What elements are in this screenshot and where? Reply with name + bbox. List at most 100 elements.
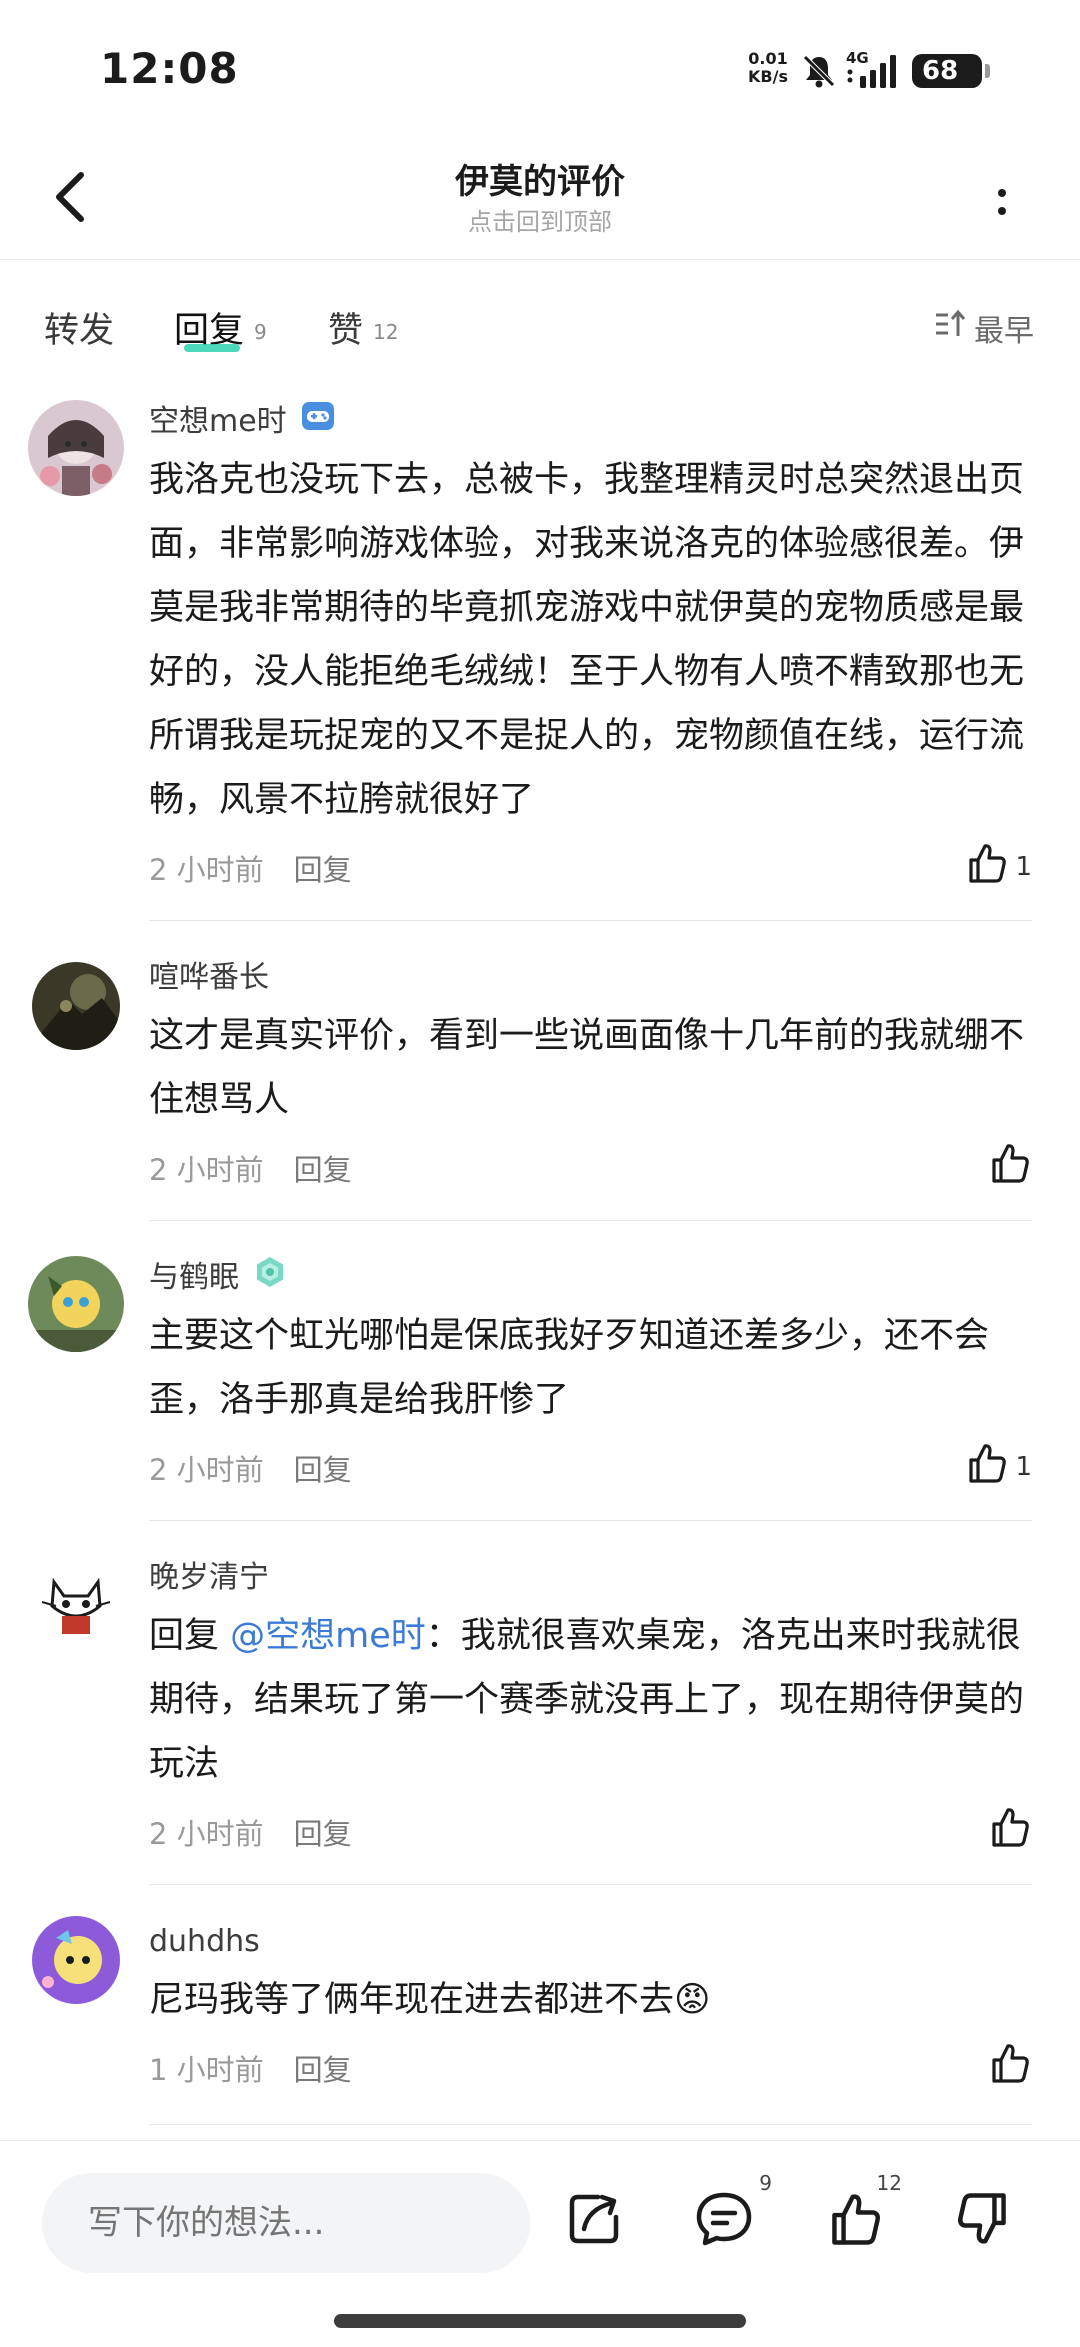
comments-button[interactable]: 9 (684, 2171, 772, 2261)
comment-meta: 2 小时前 回复 (149, 840, 1032, 900)
like-button[interactable]: 1 (963, 1440, 1032, 1493)
avatar[interactable] (28, 1556, 124, 1652)
comment-meta: 2 小时前 回复 (149, 1804, 1032, 1864)
comment-author[interactable]: 喧哗番长 (149, 956, 1032, 1000)
network-speed-unit: KB/s (748, 67, 788, 86)
comment-bubble-icon (693, 2189, 755, 2253)
thumbs-down-icon (954, 2189, 1014, 2253)
reply-button[interactable]: 回复 (294, 853, 352, 887)
divider (149, 1884, 1032, 1885)
reply-button[interactable]: 回复 (294, 2053, 352, 2087)
battery-indicator: 68 (912, 54, 990, 88)
tab-repost[interactable]: 转发 (44, 302, 114, 353)
network-type: 4G (846, 50, 869, 67)
page-header: 伊莫的评价 点击回到顶部 (0, 140, 1080, 260)
comment-body: 空想me时 我洛克也没玩下去，总被卡，我整理精灵时总突然退出页面，非常影响游戏体… (149, 400, 1032, 900)
comment-text: 主要这个虹光哪怕是保底我好歹知道还差多少，还不会歪，洛手那真是给我肝惨了 (149, 1316, 990, 1420)
like-count: 1 (1015, 851, 1032, 882)
avatar[interactable] (28, 1256, 124, 1352)
username: 空想me时 (149, 404, 287, 439)
verified-badge-icon (253, 1255, 287, 1302)
thumbs-up-icon (986, 2040, 1032, 2093)
comment-text: 这才是真实评价，看到一些说画面像十几年前的我就绷不住想骂人 (149, 1016, 1025, 1120)
share-icon (564, 2189, 624, 2253)
comment-text: 我洛克也没玩下去，总被卡，我整理精灵时总突然退出页面，非常影响游戏体验，对我来说… (149, 460, 1025, 820)
divider (149, 920, 1032, 921)
divider (149, 1520, 1032, 1521)
comment-count-badge: 9 (759, 2171, 772, 2195)
status-time: 12:08 (100, 44, 239, 93)
like-post-button[interactable]: 12 (814, 2171, 902, 2261)
mention-link[interactable]: @空想me时 (230, 1616, 426, 1656)
more-dot-icon (998, 207, 1006, 215)
divider (149, 1220, 1032, 1221)
thumbs-up-icon (986, 1804, 1032, 1857)
divider (149, 2124, 1032, 2125)
like-count-badge: 12 (876, 2171, 902, 2195)
network-speed: 0.01 KB/s (748, 50, 788, 86)
comment-body: 与鹤眠 主要这个虹光哪怕是保底我好歹知道还差多少，还不会歪，洛手那真是给我肝惨了… (149, 1256, 1032, 1500)
tab-likes[interactable]: 赞 12 (328, 302, 398, 353)
home-indicator[interactable] (334, 2314, 746, 2328)
dislike-button[interactable] (944, 2181, 1024, 2261)
comment-input[interactable] (42, 2173, 530, 2273)
network-speed-value: 0.01 (748, 49, 788, 68)
comment-text: 回复 @空想me时：我就很喜欢桌宠，洛克出来时我就很期待，结果玩了第一个赛季就没… (149, 1604, 1032, 1796)
tab-count: 9 (254, 320, 267, 344)
comment-author[interactable]: 空想me时 (149, 400, 1032, 444)
reply-button[interactable]: 回复 (294, 1453, 352, 1487)
thumbs-up-icon (963, 1440, 1009, 1493)
comment-body: 喧哗番长 这才是真实评价，看到一些说画面像十几年前的我就绷不住想骂人 2 小时前… (149, 956, 1032, 1200)
comment-text: 尼玛我等了俩年现在进去都进不去😡 (149, 1980, 711, 2020)
comment-body: duhdhs 尼玛我等了俩年现在进去都进不去😡 1 小时前 回复 (149, 1920, 1032, 2100)
sort-icon (934, 309, 966, 347)
page-title: 伊莫的评价 (455, 162, 625, 202)
username: 晚岁清宁 (149, 1560, 269, 1595)
comment-author[interactable]: duhdhs (149, 1920, 1032, 1964)
reply-button[interactable]: 回复 (294, 1817, 352, 1851)
like-button[interactable] (986, 1140, 1032, 1193)
screen: 12:08 0.01 KB/s 4G 68 伊莫的评价 点击回到顶部 转发 回复… (0, 0, 1080, 2347)
comment-author[interactable]: 晚岁清宁 (149, 1556, 1032, 1600)
comment-body: 晚岁清宁 回复 @空想me时：我就很喜欢桌宠，洛克出来时我就很期待，结果玩了第一… (149, 1556, 1032, 1864)
sort-button[interactable]: 最早 (934, 306, 1034, 350)
tab-count: 12 (373, 320, 399, 344)
comment-time: 2 小时前 (149, 853, 264, 887)
avatar[interactable] (32, 1916, 120, 2004)
username: duhdhs (149, 1924, 260, 1959)
sort-label: 最早 (974, 314, 1034, 349)
reply-button[interactable]: 回复 (294, 1153, 352, 1187)
thumbs-up-icon (963, 840, 1009, 893)
reply-prefix: 回复 (149, 1616, 231, 1656)
like-button[interactable] (986, 1804, 1032, 1857)
tab-label: 转发 (44, 311, 115, 351)
tab-label: 赞 (328, 311, 364, 351)
comment-meta: 1 小时前 回复 (149, 2040, 1032, 2100)
comment-time: 2 小时前 (149, 1453, 264, 1487)
thumbs-up-icon (986, 1140, 1032, 1193)
signal-icon: 4G (846, 49, 906, 94)
comment-meta: 2 小时前 回复 (149, 1440, 1032, 1500)
username: 与鹤眠 (149, 1260, 239, 1295)
like-count: 1 (1015, 1451, 1032, 1482)
tab-bar: 转发 回复 9 赞 12 最早 (0, 260, 1080, 390)
comment-time: 2 小时前 (149, 1817, 264, 1851)
active-tab-indicator (184, 344, 240, 352)
comment-time: 1 小时前 (149, 2053, 264, 2087)
more-dot-icon (998, 189, 1006, 197)
avatar[interactable] (32, 962, 120, 1050)
thumbs-up-icon (824, 2189, 884, 2253)
username: 喧哗番长 (149, 960, 269, 995)
status-bar: 12:08 0.01 KB/s 4G 68 (0, 0, 1080, 140)
mute-bell-icon (800, 52, 838, 94)
gamepad-badge-icon (301, 400, 335, 444)
scroll-to-top-hint[interactable]: 点击回到顶部 (0, 202, 1080, 237)
share-button[interactable] (554, 2181, 634, 2261)
comment-meta: 2 小时前 回复 (149, 1140, 1032, 1200)
comment-author[interactable]: 与鹤眠 (149, 1256, 1032, 1300)
more-options-button[interactable] (980, 172, 1024, 232)
like-button[interactable]: 1 (963, 840, 1032, 893)
avatar[interactable] (28, 400, 124, 496)
comment-time: 2 小时前 (149, 1153, 264, 1187)
like-button[interactable] (986, 2040, 1032, 2093)
